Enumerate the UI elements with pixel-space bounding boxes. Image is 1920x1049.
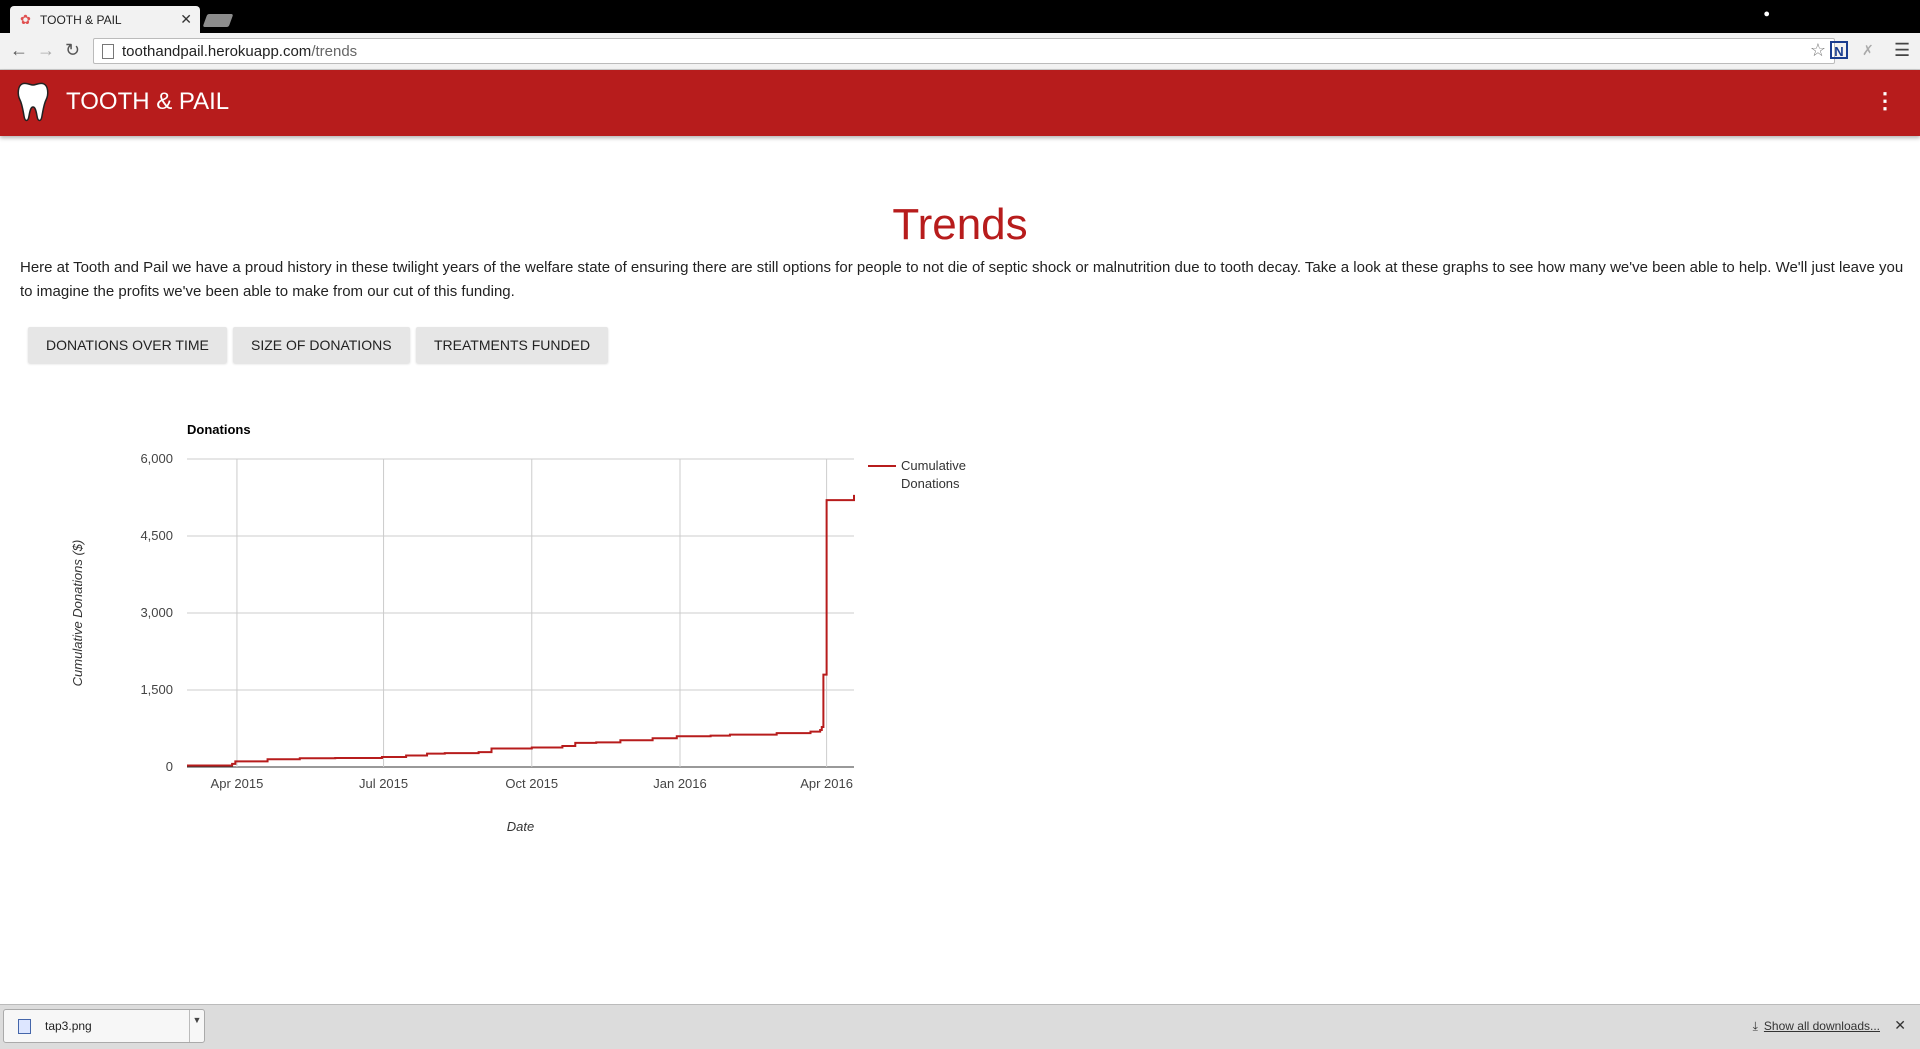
back-icon[interactable]: ← — [10, 40, 28, 60]
x-tick-label: Jul 2015 — [359, 776, 408, 791]
reload-icon[interactable]: ↻ — [65, 40, 80, 60]
browser-menu-icon[interactable]: ☰ — [1894, 40, 1910, 61]
donations-chart: 0 1,500 3,000 4,500 6,000 Apr 2015 Jul 2015 Oct… — [70, 422, 966, 834]
y-axis-label: Cumulative Donations ($) — [70, 540, 85, 687]
download-item[interactable]: tap3.png ▼ — [3, 1009, 205, 1043]
y-tick-label: 3,000 — [140, 605, 173, 620]
browser-tab-bar: ✿ TOOTH & PAIL ✕ ● — [0, 0, 1920, 33]
address-bar[interactable]: toothandpail.herokuapp.com/trends ☆ — [93, 38, 1835, 64]
x-tick-label: Jan 2016 — [653, 776, 707, 791]
downloads-bar: tap3.png ▼ ⤓ Show all downloads... ✕ — [0, 1004, 1920, 1049]
y-tick-label: 1,500 — [140, 682, 173, 697]
legend-label: Donations — [901, 476, 960, 491]
legend-label: Cumulative — [901, 458, 966, 473]
x-tick-label: Oct 2015 — [505, 776, 558, 791]
chevron-down-icon[interactable]: ▼ — [189, 1010, 204, 1042]
chart-title: Donations — [187, 422, 251, 437]
new-tab-button[interactable] — [202, 14, 234, 27]
close-tab-icon[interactable]: ✕ — [180, 11, 192, 28]
donations-over-time-button[interactable]: DONATIONS OVER TIME — [28, 327, 227, 363]
extension-n-icon[interactable]: N — [1830, 41, 1848, 59]
image-file-icon — [18, 1018, 31, 1034]
browser-toolbar: ← → ↻ toothandpail.herokuapp.com/trends … — [0, 33, 1920, 70]
tooth-logo-icon[interactable] — [16, 80, 50, 124]
y-tick-label: 6,000 — [140, 451, 173, 466]
download-icon: ⤓ — [1752, 1019, 1758, 1033]
more-vert-icon[interactable]: ⋮ — [1874, 86, 1896, 116]
x-tick-label: Apr 2016 — [800, 776, 853, 791]
show-all-downloads-link[interactable]: ⤓ Show all downloads... — [1753, 1019, 1880, 1034]
tooth-favicon-icon: ✿ — [20, 11, 31, 27]
browser-tab[interactable]: ✿ TOOTH & PAIL ✕ — [10, 6, 200, 33]
x-tick-label: Apr 2015 — [211, 776, 264, 791]
app-header: TOOTH & PAIL ⋮ — [0, 70, 1920, 136]
page-title: Trends — [892, 200, 1028, 249]
forward-icon[interactable]: → — [37, 40, 55, 60]
bookmark-star-icon[interactable]: ☆ — [1810, 40, 1826, 61]
download-file-name: tap3.png — [45, 1019, 92, 1033]
tab-title: TOOTH & PAIL — [40, 12, 122, 27]
close-downloads-icon[interactable]: ✕ — [1894, 1017, 1906, 1034]
treatments-funded-button[interactable]: TREATMENTS FUNDED — [416, 327, 609, 363]
extension-icon[interactable]: ✗ — [1862, 42, 1874, 59]
brand-title[interactable]: TOOTH & PAIL — [66, 88, 229, 116]
x-axis-label: Date — [507, 819, 534, 834]
y-tick-label: 4,500 — [140, 528, 173, 543]
intro-text: Here at Tooth and Pail we have a proud h… — [20, 259, 1904, 300]
y-tick-label: 0 — [166, 759, 173, 774]
size-of-donations-button[interactable]: SIZE OF DONATIONS — [233, 327, 410, 363]
url-text: toothandpail.herokuapp.com/trends — [122, 42, 358, 60]
page-icon — [102, 43, 114, 59]
profile-icon[interactable]: ● — [1763, 8, 1770, 20]
